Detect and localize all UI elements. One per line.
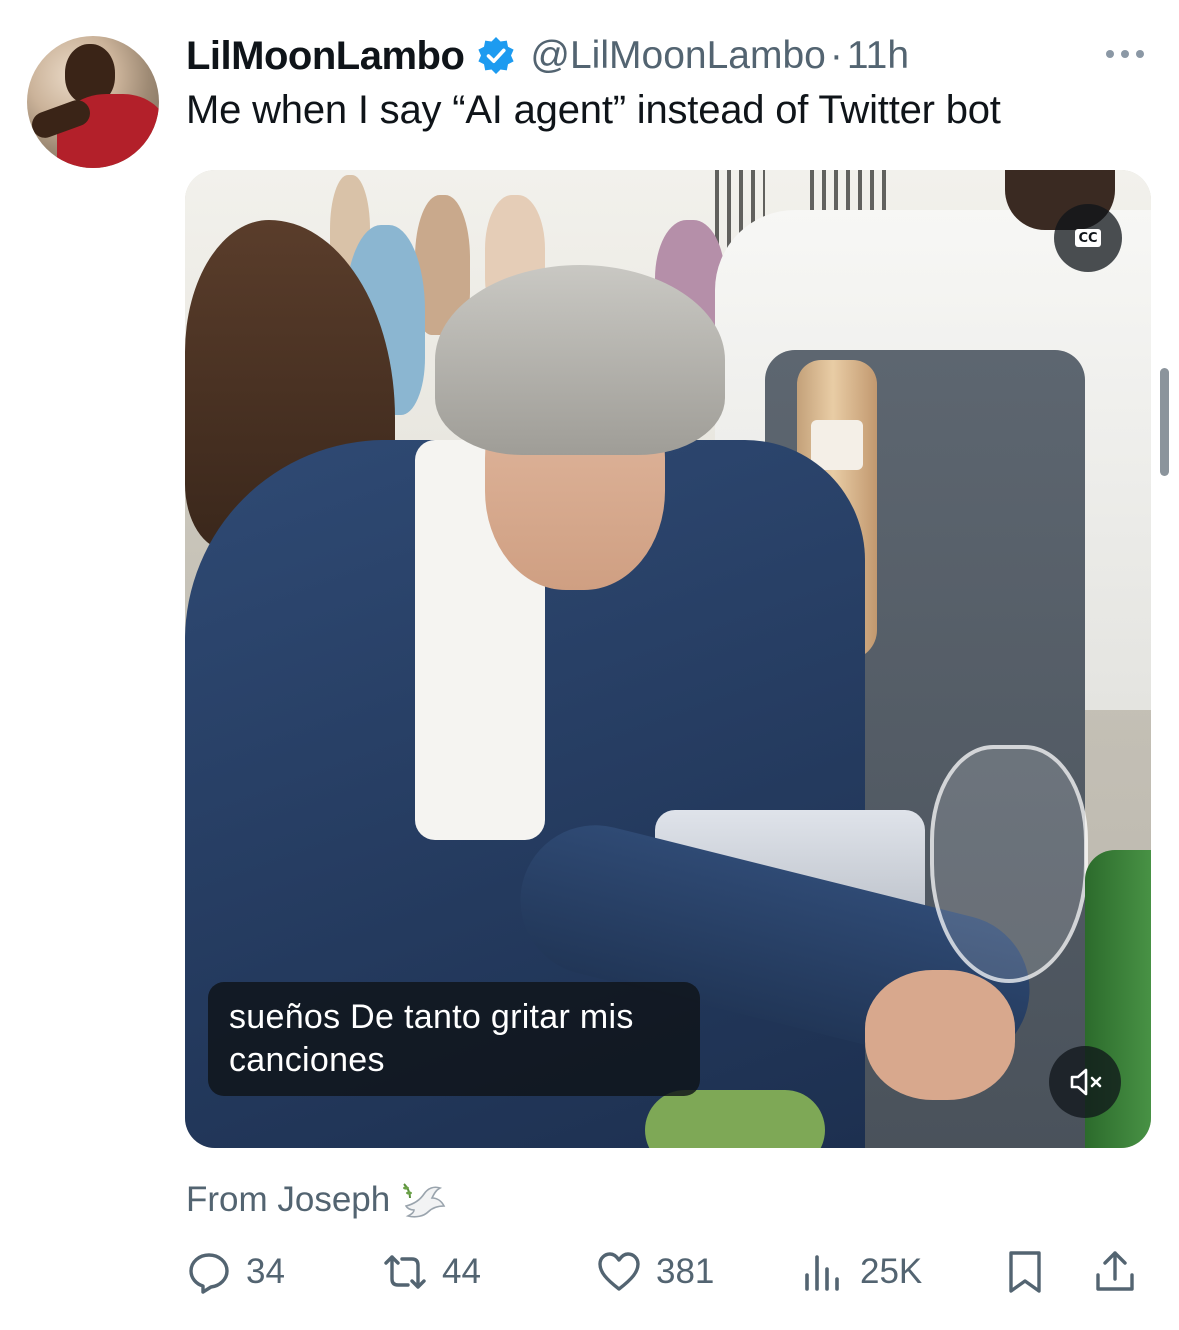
scrollbar[interactable] — [1160, 368, 1169, 476]
video-frame-salad — [645, 1090, 825, 1148]
speaker-muted-icon — [1070, 1068, 1102, 1096]
dove-icon — [403, 1183, 446, 1218]
repost-count: 44 — [442, 1252, 481, 1291]
verified-badge-icon — [478, 37, 515, 74]
share-button[interactable] — [1092, 1248, 1152, 1296]
post-source: From Joseph — [186, 1176, 448, 1224]
reply-icon — [189, 1253, 229, 1294]
views-button[interactable]: 25K — [800, 1248, 922, 1296]
closed-captions-button[interactable]: CC — [1054, 204, 1122, 272]
video-frame-bottle-label — [811, 420, 863, 470]
user-handle[interactable]: @LilMoonLambo — [530, 34, 825, 78]
display-name[interactable]: LilMoonLambo — [186, 34, 465, 79]
view-count: 25K — [860, 1252, 923, 1291]
reply-button[interactable]: 34 — [186, 1248, 285, 1296]
like-count: 381 — [656, 1252, 715, 1291]
repost-button[interactable]: 44 — [382, 1248, 481, 1296]
video-frame-man-hair — [435, 265, 725, 455]
source-label[interactable]: From Joseph — [186, 1180, 390, 1220]
more-options-icon[interactable] — [1100, 36, 1150, 70]
tweet-text: Me when I say “AI agent” instead of Twit… — [186, 88, 1001, 132]
meta-separator: · — [829, 34, 843, 77]
video-caption: sueños De tanto gritar mis canciones — [208, 982, 700, 1096]
avatar[interactable] — [27, 36, 159, 168]
cc-icon: CC — [1075, 229, 1101, 247]
tweet-header: LilMoonLambo @LilMoonLambo · 11h — [186, 30, 909, 82]
video-player[interactable]: CC sueños De tanto gritar mis canciones — [185, 170, 1151, 1148]
views-chart-icon — [805, 1255, 839, 1291]
tweet-timestamp[interactable]: 11h — [847, 34, 909, 78]
bookmark-button[interactable] — [1002, 1248, 1062, 1296]
unmute-button[interactable] — [1049, 1046, 1121, 1118]
tweet-actions: 34 44 381 25K — [186, 1248, 1146, 1296]
bookmark-icon — [1009, 1251, 1041, 1293]
share-icon — [1096, 1251, 1134, 1291]
repost-icon — [384, 1255, 426, 1289]
video-frame-gate — [810, 170, 890, 210]
video-frame-man-hand — [865, 970, 1015, 1100]
video-frame-wine-glass — [930, 745, 1088, 983]
heart-icon — [598, 1252, 640, 1291]
like-button[interactable]: 381 — [596, 1248, 714, 1296]
reply-count: 34 — [246, 1252, 285, 1291]
